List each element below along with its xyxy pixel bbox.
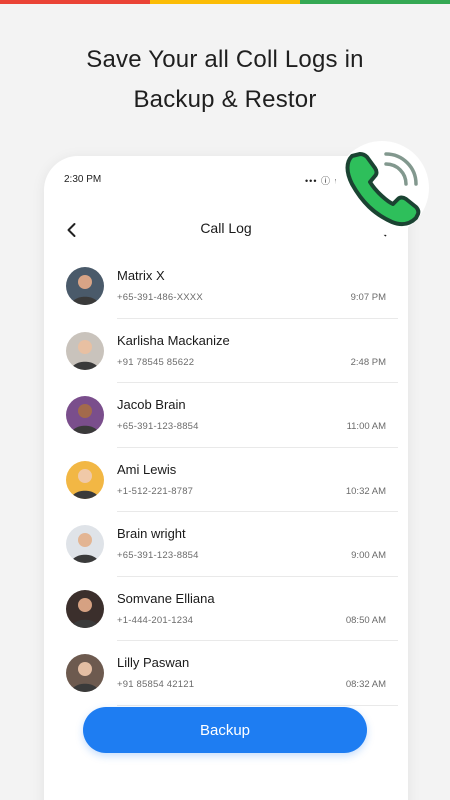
brand-bar-green [300, 0, 450, 4]
contact-number: +65-391-123-8854 [117, 421, 199, 432]
headline-line-1: Save Your all Coll Logs in [86, 46, 364, 73]
call-log-item[interactable]: Jacob Brain +65-391-123-8854 11:00 AM [44, 383, 408, 448]
call-time: 9:00 AM [351, 550, 386, 561]
avatar-face [78, 662, 92, 676]
call-log-item[interactable]: Karlisha Mackanize +91 78545 85622 2:48 … [44, 319, 408, 383]
contact-number: +1-444-201-1234 [117, 614, 194, 626]
contact-number: +65-391-486-XXXX [117, 292, 203, 303]
contact-number: +91 78545 85622 [117, 356, 195, 368]
backup-button[interactable]: Backup [83, 707, 367, 753]
contact-number: +1-512-221-8787 [117, 485, 194, 497]
call-time: 10:32 AM [345, 485, 386, 497]
avatar [66, 589, 104, 628]
call-log-item[interactable]: Somvane Elliana +1-444-201-1234 08:50 AM [44, 577, 408, 641]
avatar [66, 331, 104, 370]
contact-name: Karlisha Mackanize [117, 332, 230, 348]
contact-name: Ami Lewis [117, 461, 177, 477]
brand-bar-yellow [150, 0, 300, 4]
avatar [66, 267, 104, 305]
contact-name: Matrix X [117, 268, 165, 283]
avatar [66, 654, 104, 692]
call-log-item[interactable]: Matrix X +65-391-486-XXXX 9:07 PM [44, 254, 408, 319]
avatar [66, 525, 104, 563]
avatar-face [78, 404, 92, 418]
avatar-face [78, 339, 92, 354]
call-time: 08:32 AM [345, 679, 386, 690]
call-log-item[interactable]: Ami Lewis +1-512-221-8787 10:32 AM [44, 448, 408, 512]
status-time: 2:30 PM [64, 174, 102, 185]
call-log-item[interactable]: Lilly Paswan +91 85854 42121 08:32 AM [44, 641, 408, 706]
phone-mockup: 2:30 PM ••• ⓘ ıll Call Log Matrix X +65-… [44, 156, 408, 800]
call-log-list: Matrix X +65-391-486-XXXX 9:07 PM Karlis… [44, 254, 408, 706]
brand-bar-red [0, 0, 150, 4]
contact-name: Somvane Elliana [117, 590, 215, 606]
brand-color-bar [0, 0, 450, 4]
contact-number: +91 85854 42121 [117, 679, 195, 690]
call-time: 08:50 AM [345, 614, 386, 626]
call-time: 9:07 PM [350, 292, 386, 303]
avatar [66, 460, 104, 499]
headline-line-2: Backup & Restor [133, 86, 317, 113]
divider [117, 704, 398, 706]
contact-name: Brain wright [117, 526, 186, 541]
phone-call-icon [335, 141, 429, 235]
call-log-item[interactable]: Brain wright +65-391-123-8854 9:00 AM [44, 512, 408, 577]
contact-name: Lilly Paswan [117, 655, 190, 670]
avatar [66, 396, 104, 434]
avatar-face [78, 275, 92, 289]
contact-number: +65-391-123-8854 [117, 550, 199, 561]
avatar-face [78, 533, 92, 547]
call-time: 11:00 AM [346, 421, 386, 432]
avatar-face [78, 597, 92, 612]
avatar-face [78, 468, 92, 483]
contact-name: Jacob Brain [117, 397, 186, 412]
promo-headline: Save Your all Coll Logs in Backup & Rest… [0, 40, 450, 120]
call-time: 2:48 PM [350, 356, 386, 368]
